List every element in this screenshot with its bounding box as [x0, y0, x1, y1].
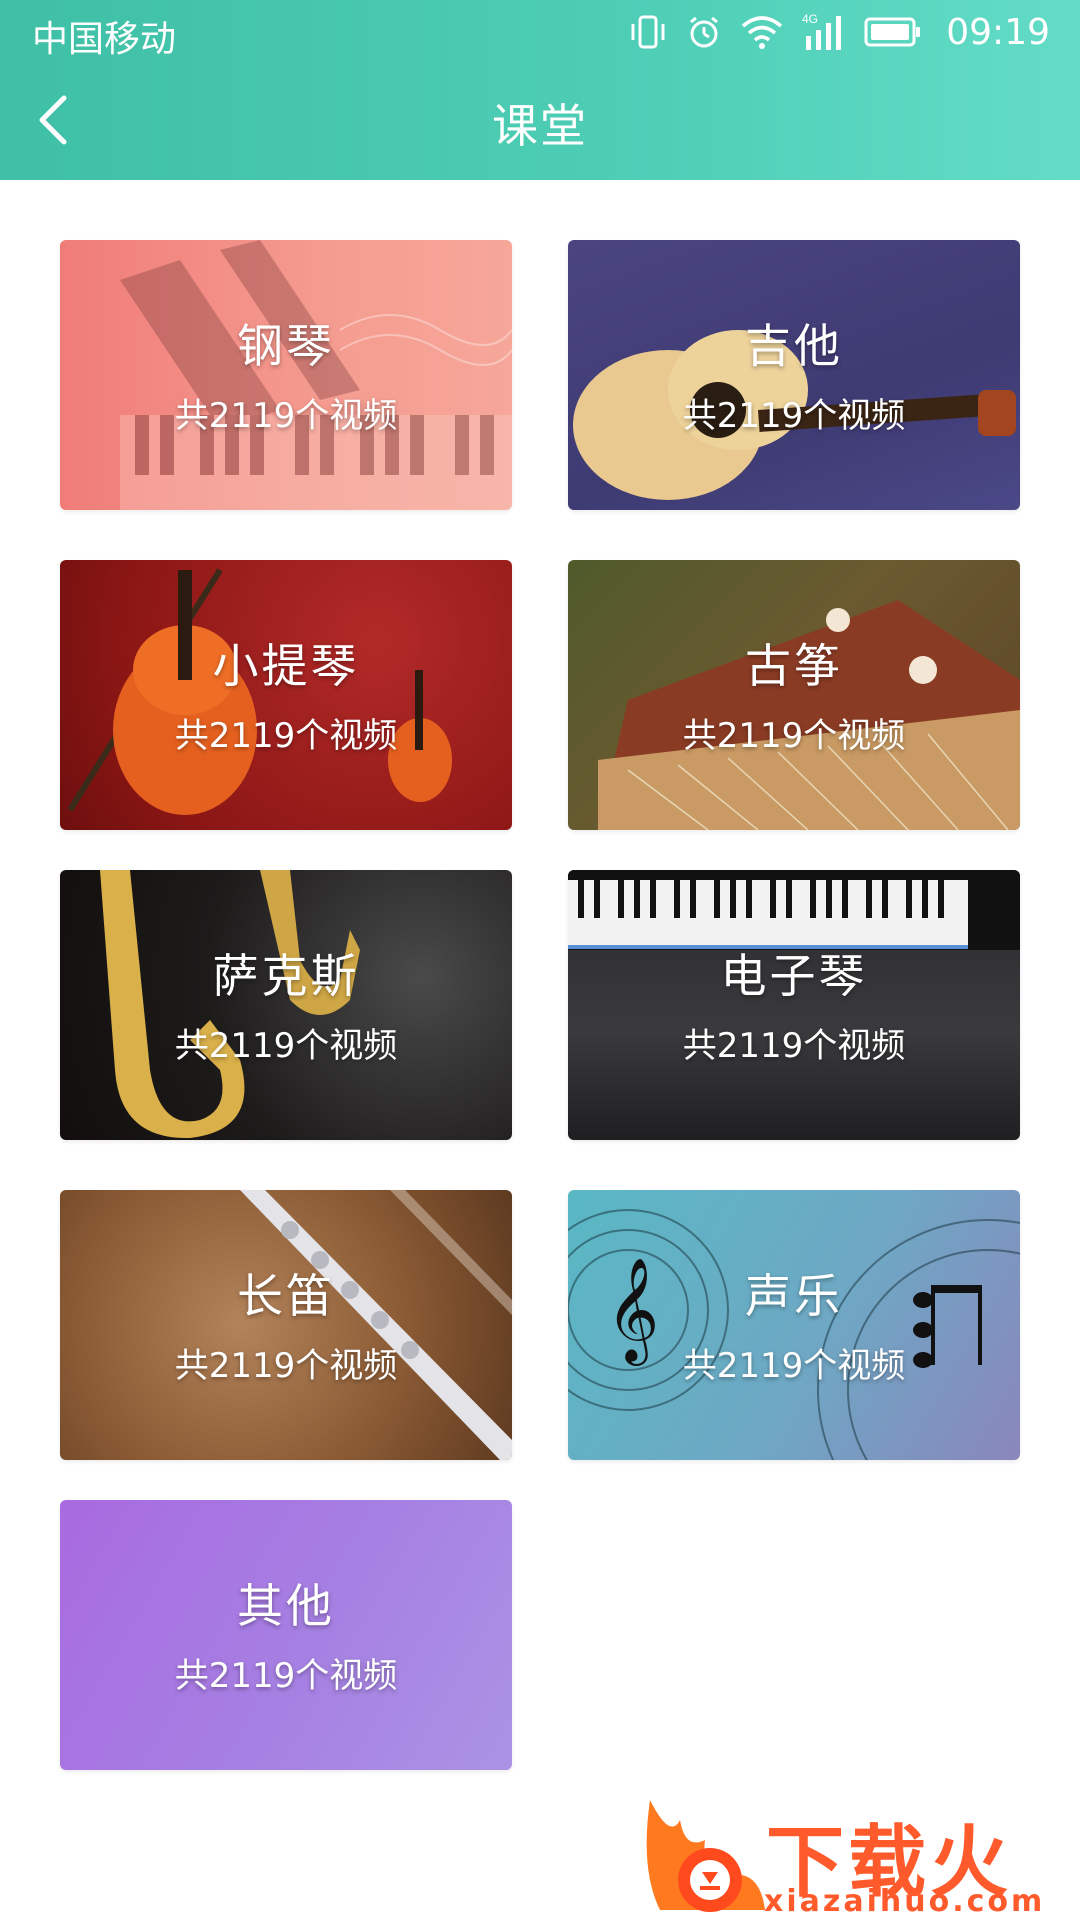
- category-video-count: 共2119个视频: [682, 396, 906, 436]
- category-card-guitar[interactable]: 吉他 共2119个视频: [568, 240, 1020, 510]
- category-name: 小提琴: [212, 639, 360, 693]
- category-card-guzheng[interactable]: 古筝 共2119个视频: [568, 560, 1020, 830]
- category-name: 古筝: [745, 639, 843, 693]
- category-video-count: 共2119个视频: [174, 1026, 398, 1066]
- carrier-label: 中国移动: [32, 19, 177, 60]
- category-card-violin[interactable]: 小提琴 共2119个视频: [60, 560, 512, 830]
- category-name: 钢琴: [237, 319, 335, 373]
- app-header: 中国移动 4G 09:19 课堂: [0, 0, 1080, 180]
- category-card-vocal[interactable]: 𝄞 声乐 共2119个视频: [568, 1190, 1020, 1460]
- category-name: 吉他: [745, 319, 843, 373]
- alarm-icon: [690, 16, 719, 48]
- category-card-piano[interactable]: 钢琴 共2119个视频: [60, 240, 512, 510]
- category-video-count: 共2119个视频: [682, 1026, 906, 1066]
- category-name: 萨克斯: [212, 949, 360, 1003]
- battery-icon: [864, 17, 921, 47]
- watermark-logo: 下载火 xiazaihuo.com: [640, 1780, 1080, 1920]
- clock: 09:19: [946, 11, 1050, 53]
- wifi-icon: [742, 16, 783, 49]
- category-name: 其他: [237, 1579, 335, 1633]
- status-icons: 4G 09:19: [628, 10, 1050, 54]
- category-video-count: 共2119个视频: [174, 1346, 398, 1386]
- svg-text:4G: 4G: [802, 12, 818, 26]
- category-video-count: 共2119个视频: [682, 1346, 906, 1386]
- category-card-other[interactable]: 其他 共2119个视频: [60, 1500, 512, 1770]
- category-video-count: 共2119个视频: [682, 716, 906, 756]
- signal-4g-icon: 4G: [802, 12, 842, 50]
- category-card-flute[interactable]: 长笛 共2119个视频: [60, 1190, 512, 1460]
- category-name: 声乐: [745, 1269, 843, 1323]
- vibrate-icon: [631, 15, 665, 49]
- category-video-count: 共2119个视频: [174, 716, 398, 756]
- category-card-saxophone[interactable]: 萨克斯 共2119个视频: [60, 870, 512, 1140]
- flame-download-icon: [646, 1800, 765, 1912]
- category-name: 电子琴: [720, 949, 868, 1003]
- page-title: 课堂: [492, 99, 588, 153]
- category-video-count: 共2119个视频: [174, 1656, 398, 1696]
- nav-bar: 课堂: [0, 62, 1080, 180]
- category-video-count: 共2119个视频: [174, 396, 398, 436]
- category-name: 长笛: [237, 1269, 335, 1323]
- status-bar: 中国移动 4G 09:19: [0, 0, 1080, 62]
- watermark-url: xiazaihuo.com: [764, 1884, 1046, 1919]
- category-card-keyboard[interactable]: 电子琴 共2119个视频: [568, 870, 1020, 1140]
